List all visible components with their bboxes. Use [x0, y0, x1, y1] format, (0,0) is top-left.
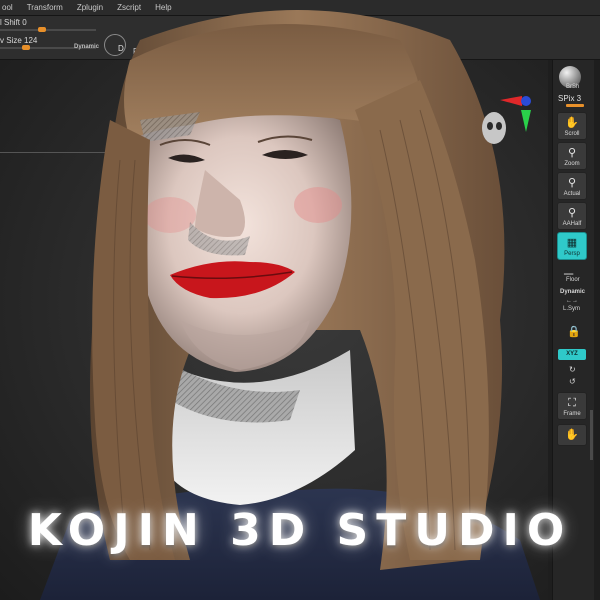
- right-cheek: [294, 187, 342, 223]
- studio-title: KOJIN 3D STUDIO: [27, 505, 573, 556]
- left-cheek: [144, 197, 196, 233]
- skull-icon: [482, 112, 506, 144]
